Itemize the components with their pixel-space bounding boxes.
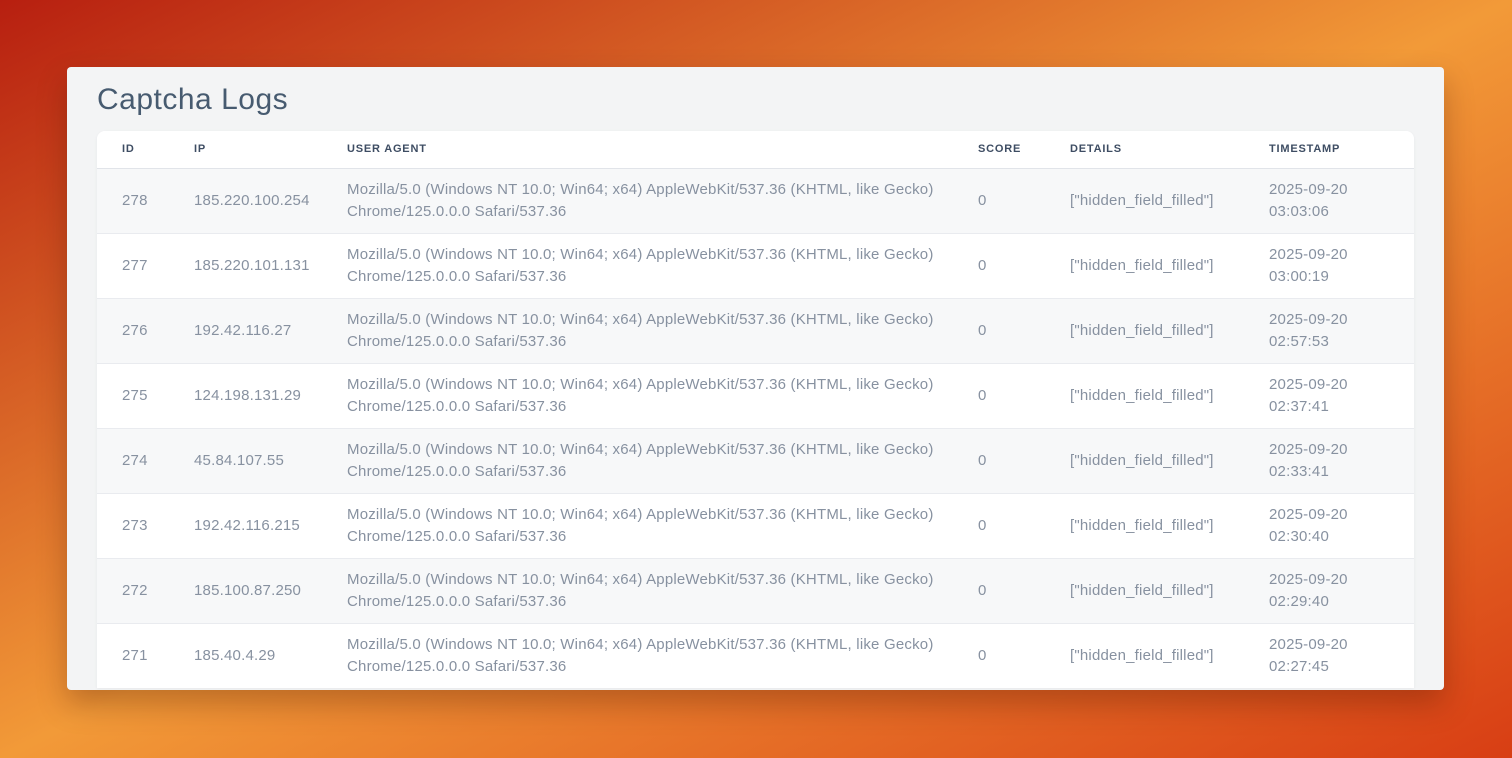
cell-score: 0 xyxy=(953,493,1045,558)
column-header-details: DETAILS xyxy=(1045,131,1244,168)
cell-score: 0 xyxy=(953,428,1045,493)
cell-user-agent: Mozilla/5.0 (Windows NT 10.0; Win64; x64… xyxy=(322,493,953,558)
cell-ip: 192.42.116.27 xyxy=(169,298,322,363)
column-header-score: SCORE xyxy=(953,131,1045,168)
cell-timestamp: 2025-09-20 02:37:41 xyxy=(1244,363,1414,428)
cell-timestamp: 2025-09-20 02:33:41 xyxy=(1244,428,1414,493)
page-title: Captcha Logs xyxy=(97,82,1414,118)
cell-id: 278 xyxy=(97,168,169,233)
table-row: 275 124.198.131.29 Mozilla/5.0 (Windows … xyxy=(97,363,1414,428)
cell-details: ["hidden_field_filled"] xyxy=(1045,623,1244,688)
cell-id: 276 xyxy=(97,298,169,363)
cell-id: 273 xyxy=(97,493,169,558)
cell-id: 277 xyxy=(97,233,169,298)
cell-timestamp: 2025-09-20 02:30:40 xyxy=(1244,493,1414,558)
cell-timestamp: 2025-09-20 02:29:40 xyxy=(1244,558,1414,623)
cell-id: 275 xyxy=(97,363,169,428)
table-row: 273 192.42.116.215 Mozilla/5.0 (Windows … xyxy=(97,493,1414,558)
column-header-user-agent: USER AGENT xyxy=(322,131,953,168)
cell-user-agent: Mozilla/5.0 (Windows NT 10.0; Win64; x64… xyxy=(322,298,953,363)
cell-ip: 45.84.107.55 xyxy=(169,428,322,493)
cell-ip: 185.40.4.29 xyxy=(169,623,322,688)
cell-ip: 192.42.116.215 xyxy=(169,493,322,558)
cell-details: ["hidden_field_filled"] xyxy=(1045,428,1244,493)
cell-score: 0 xyxy=(953,233,1045,298)
table-row: 276 192.42.116.27 Mozilla/5.0 (Windows N… xyxy=(97,298,1414,363)
cell-ip: 185.220.101.131 xyxy=(169,233,322,298)
cell-details: ["hidden_field_filled"] xyxy=(1045,233,1244,298)
page-background: { "page": { "title": "Captcha Logs" }, "… xyxy=(0,0,1512,758)
cell-timestamp: 2025-09-20 02:27:45 xyxy=(1244,623,1414,688)
cell-user-agent: Mozilla/5.0 (Windows NT 10.0; Win64; x64… xyxy=(322,233,953,298)
table-row: 271 185.40.4.29 Mozilla/5.0 (Windows NT … xyxy=(97,623,1414,688)
cell-user-agent: Mozilla/5.0 (Windows NT 10.0; Win64; x64… xyxy=(322,428,953,493)
table-row: 277 185.220.101.131 Mozilla/5.0 (Windows… xyxy=(97,233,1414,298)
cell-score: 0 xyxy=(953,363,1045,428)
cell-details: ["hidden_field_filled"] xyxy=(1045,298,1244,363)
cell-user-agent: Mozilla/5.0 (Windows NT 10.0; Win64; x64… xyxy=(322,363,953,428)
table-header-row: ID IP USER AGENT SCORE DETAILS TIMESTAMP xyxy=(97,131,1414,168)
table-row: 278 185.220.100.254 Mozilla/5.0 (Windows… xyxy=(97,168,1414,233)
table-row: 274 45.84.107.55 Mozilla/5.0 (Windows NT… xyxy=(97,428,1414,493)
cell-ip: 185.220.100.254 xyxy=(169,168,322,233)
cell-details: ["hidden_field_filled"] xyxy=(1045,558,1244,623)
cell-timestamp: 2025-09-20 03:03:06 xyxy=(1244,168,1414,233)
cell-ip: 185.100.87.250 xyxy=(169,558,322,623)
captcha-logs-card: Captcha Logs ID IP USER AGENT SCORE DETA… xyxy=(67,67,1444,690)
cell-id: 272 xyxy=(97,558,169,623)
cell-user-agent: Mozilla/5.0 (Windows NT 10.0; Win64; x64… xyxy=(322,623,953,688)
column-header-ip: IP xyxy=(169,131,322,168)
cell-timestamp: 2025-09-20 03:00:19 xyxy=(1244,233,1414,298)
captcha-logs-table: ID IP USER AGENT SCORE DETAILS TIMESTAMP… xyxy=(97,131,1414,688)
cell-score: 0 xyxy=(953,558,1045,623)
cell-details: ["hidden_field_filled"] xyxy=(1045,363,1244,428)
cell-score: 0 xyxy=(953,623,1045,688)
cell-ip: 124.198.131.29 xyxy=(169,363,322,428)
cell-score: 0 xyxy=(953,298,1045,363)
cell-details: ["hidden_field_filled"] xyxy=(1045,168,1244,233)
cell-id: 274 xyxy=(97,428,169,493)
column-header-timestamp: TIMESTAMP xyxy=(1244,131,1414,168)
cell-id: 271 xyxy=(97,623,169,688)
cell-timestamp: 2025-09-20 02:57:53 xyxy=(1244,298,1414,363)
cell-score: 0 xyxy=(953,168,1045,233)
cell-user-agent: Mozilla/5.0 (Windows NT 10.0; Win64; x64… xyxy=(322,558,953,623)
cell-details: ["hidden_field_filled"] xyxy=(1045,493,1244,558)
column-header-id: ID xyxy=(97,131,169,168)
cell-user-agent: Mozilla/5.0 (Windows NT 10.0; Win64; x64… xyxy=(322,168,953,233)
captcha-logs-table-container: ID IP USER AGENT SCORE DETAILS TIMESTAMP… xyxy=(97,131,1414,688)
table-row: 272 185.100.87.250 Mozilla/5.0 (Windows … xyxy=(97,558,1414,623)
